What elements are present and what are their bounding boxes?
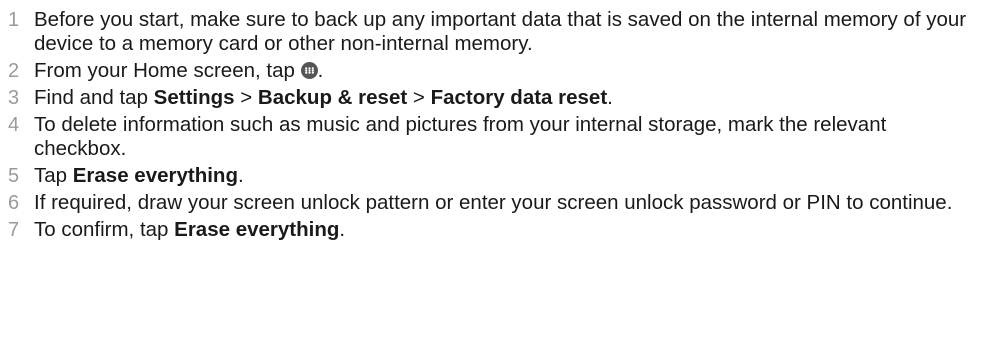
step-number: 4 — [8, 114, 20, 136]
step-number: 1 — [8, 9, 20, 31]
step-text-end: . — [317, 59, 324, 82]
step-number: 3 — [8, 87, 20, 109]
step-4: 4 To delete information such as music an… — [8, 113, 984, 161]
factory-data-reset-label: Factory data reset — [430, 86, 608, 109]
step-number: 2 — [8, 60, 20, 82]
step-2: 2 From your Home screen, tap . — [8, 59, 984, 83]
step-text: To confirm, tap — [34, 218, 175, 241]
separator: > — [407, 86, 431, 109]
step-6: 6 If required, draw your screen unlock p… — [8, 191, 984, 215]
factory-reset-steps: 1 Before you start, make sure to back up… — [8, 8, 984, 245]
step-text: From your Home screen, tap — [34, 59, 301, 82]
erase-everything-label: Erase everything — [72, 164, 238, 187]
step-7: 7 To confirm, tap Erase everything. — [8, 218, 984, 242]
step-1: 1 Before you start, make sure to back up… — [8, 8, 984, 56]
step-text-end: . — [607, 86, 613, 109]
step-text: To delete information such as music and … — [34, 113, 887, 160]
step-number: 5 — [8, 165, 20, 187]
step-number: 6 — [8, 192, 20, 214]
step-text: Tap — [34, 164, 73, 187]
step-text-end: . — [237, 164, 244, 187]
separator: > — [234, 86, 258, 109]
backup-reset-label: Backup & reset — [257, 86, 408, 109]
step-text: Find and tap — [34, 86, 154, 109]
erase-everything-label: Erase everything — [174, 218, 340, 241]
step-5: 5 Tap Erase everything. — [8, 164, 984, 188]
step-number: 7 — [8, 219, 20, 241]
settings-label: Settings — [153, 86, 235, 109]
step-text: Before you start, make sure to back up a… — [34, 8, 967, 55]
step-text: If required, draw your screen unlock pat… — [34, 191, 953, 214]
step-text-end: . — [339, 218, 346, 241]
apps-grid-icon — [300, 62, 318, 79]
step-3: 3 Find and tap Settings > Backup & reset… — [8, 86, 984, 110]
